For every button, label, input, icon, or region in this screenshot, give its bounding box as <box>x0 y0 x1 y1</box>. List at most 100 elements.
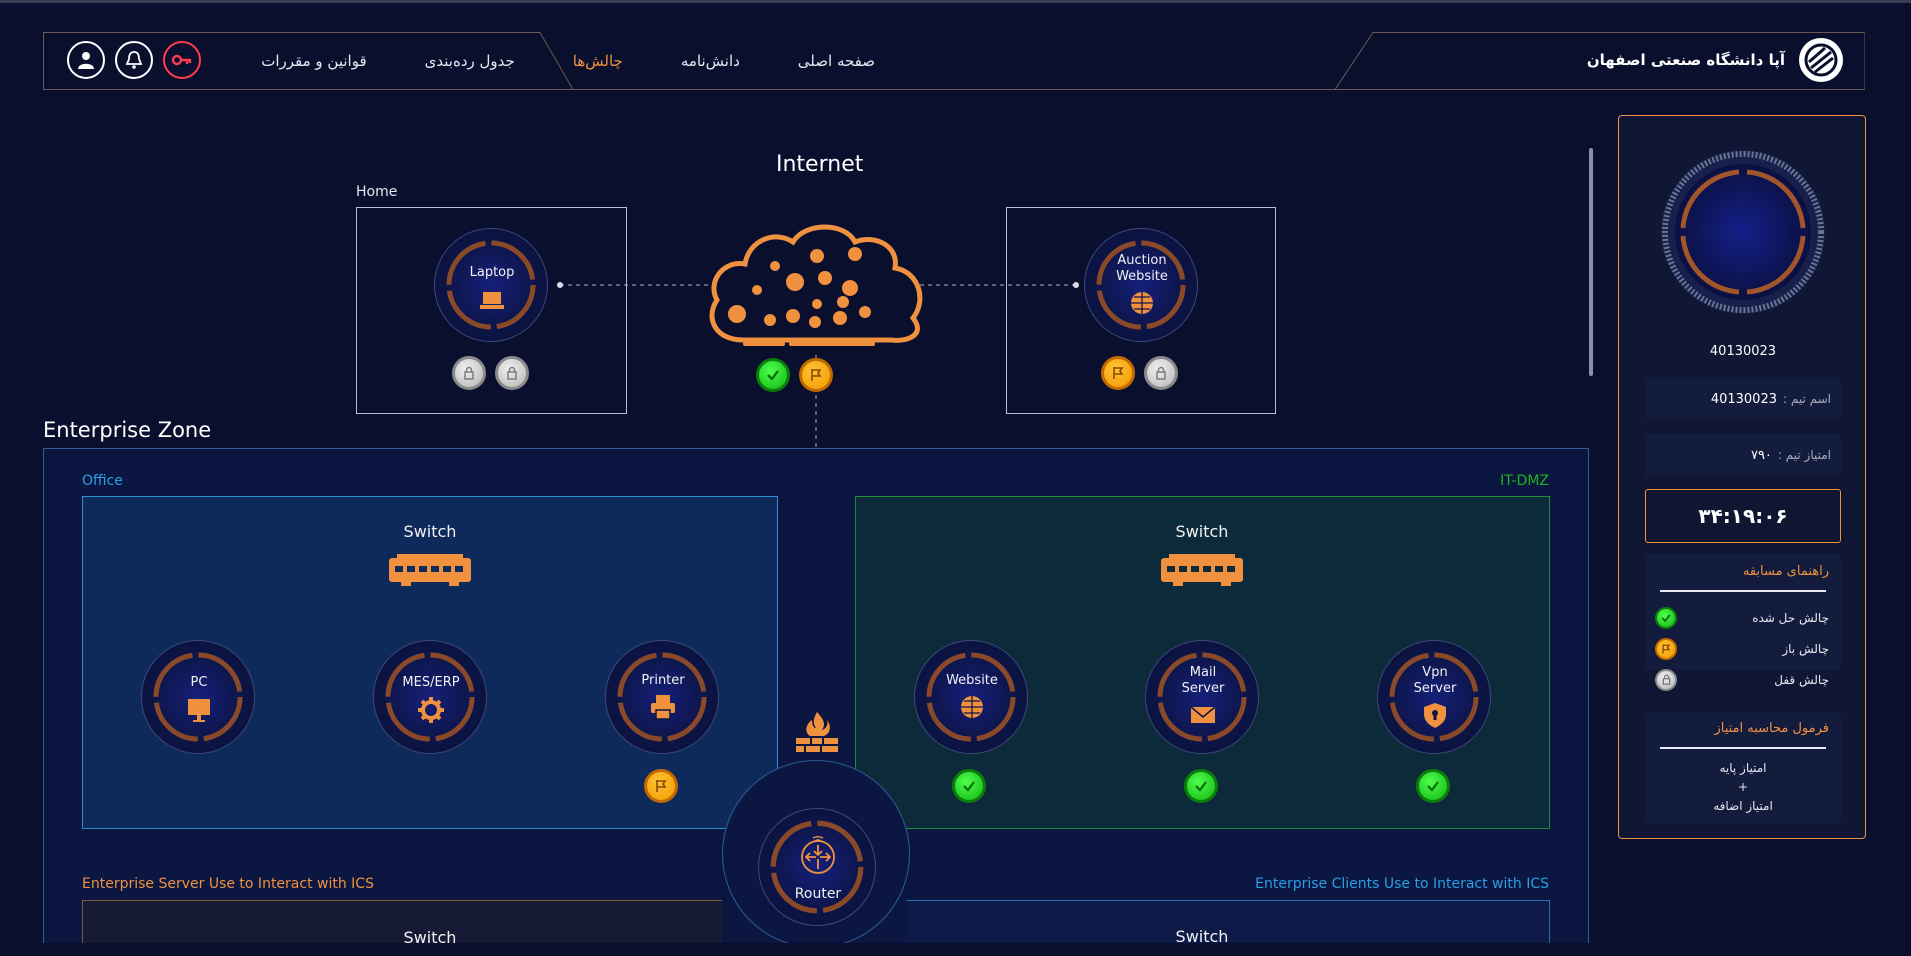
nav-scoreboard-link[interactable]: جدول رده‌بندی <box>425 52 515 70</box>
office-switch-icon[interactable] <box>387 552 473 588</box>
open-legend-icon <box>1655 637 1677 660</box>
formula-plus: + <box>1737 780 1749 794</box>
logout-key-button[interactable] <box>163 41 201 79</box>
globe-icon <box>1131 292 1153 314</box>
vpn-server-node[interactable]: Vpn Server <box>1377 640 1491 754</box>
auction-challenge-open[interactable] <box>1101 356 1135 390</box>
pc-label: PC <box>190 675 208 690</box>
printer-label: Printer <box>641 673 685 688</box>
node-ring <box>1157 652 1247 742</box>
shield-icon <box>1424 703 1446 728</box>
notifications-button[interactable] <box>115 41 153 79</box>
brand[interactable]: آپا دانشگاه صنعتی اصفهان <box>1587 38 1843 82</box>
firewall-icon[interactable] <box>794 710 840 754</box>
ics-clients-switch-label: Switch <box>1175 927 1229 943</box>
home-zone-label: Home <box>356 184 398 200</box>
gear-icon <box>418 697 444 723</box>
auction-label-2: Website <box>1116 269 1168 284</box>
guide-card: راهنمای مسابقه چالش حل شده چالش باز چالش… <box>1645 554 1841 691</box>
laptop-label: Laptop <box>469 265 515 280</box>
office-zone-label: Office <box>82 473 123 489</box>
profile-button[interactable] <box>67 41 105 79</box>
team-score-label: امتیاز تیم : <box>1777 448 1831 462</box>
key-icon <box>171 54 192 66</box>
top-navbar: صفحه اصلی دانش‌نامه چالش‌ها جدول رده‌بند… <box>43 32 1865 90</box>
formula-body: امتیاز پایه + امتیاز اضافه <box>1645 759 1841 816</box>
flag-icon <box>811 369 822 381</box>
formula-title: فرمول محاسبه امتیاز <box>1714 721 1829 736</box>
mes-erp-node[interactable]: MES/ERP <box>373 640 487 754</box>
mail-label-2: Server <box>1181 681 1225 696</box>
formula-bonus: امتیاز اضافه <box>1713 799 1773 813</box>
team-sidebar: 40130023 اسم تیم : 40130023 امتیاز تیم :… <box>1618 115 1866 839</box>
mail-server-node[interactable]: Mail Server <box>1145 640 1259 754</box>
printer-icon <box>651 695 675 720</box>
website-node[interactable]: Website <box>914 640 1028 754</box>
mail-challenge-solved[interactable] <box>1184 769 1218 803</box>
router-node[interactable]: Router <box>758 808 876 926</box>
nav-rules-link[interactable]: قوانین و مقررات <box>261 52 366 70</box>
nav-knowledge-link[interactable]: دانش‌نامه <box>681 52 740 70</box>
team-name-label: اسم تیم : <box>1783 392 1831 406</box>
team-name-value: 40130023 <box>1710 391 1777 407</box>
mail-label-1: Mail <box>1189 665 1217 680</box>
internet-challenge-open[interactable] <box>799 358 833 392</box>
nav-icon-group <box>67 41 201 79</box>
vpn-challenge-solved[interactable] <box>1416 769 1450 803</box>
auction-challenge-locked[interactable] <box>1144 356 1178 390</box>
formula-card: فرمول محاسبه امتیاز امتیاز پایه + امتیاز… <box>1645 713 1841 823</box>
laptop-challenge-locked-2[interactable] <box>495 356 529 390</box>
website-challenge-solved[interactable] <box>952 769 986 803</box>
user-icon <box>78 52 94 69</box>
printer-challenge-open[interactable] <box>644 769 678 803</box>
ics-server-zone-label: Enterprise Server Use to Interact with I… <box>82 876 374 892</box>
flag-icon <box>656 780 667 792</box>
solved-legend-icon <box>1655 606 1677 629</box>
check-icon <box>1195 781 1207 792</box>
logo-icon <box>1799 38 1843 82</box>
team-name-card: اسم تیم : 40130023 <box>1645 379 1841 419</box>
check-icon <box>1427 781 1439 792</box>
flag-icon <box>1113 367 1124 379</box>
node-ring <box>1389 652 1479 742</box>
globe-icon <box>961 696 983 718</box>
guide-item-locked: چالش قفل <box>1655 664 1829 695</box>
timer-value: ۳۴:۱۹:۰۶ <box>1698 504 1788 528</box>
vpn-label-2: Server <box>1413 681 1457 696</box>
auction-label-1: Auction <box>1117 253 1167 268</box>
team-score-value: ۷۹۰ <box>1750 447 1772 463</box>
network-map: Internet Home Laptop Auction Website Ent… <box>0 100 1600 943</box>
laptop-node[interactable]: Laptop <box>434 228 548 342</box>
internet-title: Internet <box>776 152 864 177</box>
nav-challenges-link[interactable]: چالش‌ها <box>573 52 623 70</box>
guide-open-label: چالش باز <box>1782 641 1829 656</box>
nav-home-link[interactable]: صفحه اصلی <box>798 52 875 70</box>
guide-item-solved: چالش حل شده <box>1655 602 1829 633</box>
auction-website-node[interactable]: Auction Website <box>1084 228 1198 342</box>
ics-server-switch-label: Switch <box>403 928 457 943</box>
map-scrollbar[interactable] <box>1589 148 1593 376</box>
check-icon <box>767 370 779 381</box>
check-icon <box>963 781 975 792</box>
locked-legend-icon <box>1655 668 1677 691</box>
formula-base: امتیاز پایه <box>1719 761 1767 775</box>
team-avatar <box>1661 150 1825 314</box>
printer-node[interactable]: Printer <box>605 640 719 754</box>
pc-node[interactable]: PC <box>141 640 255 754</box>
window-top-border <box>0 0 1911 3</box>
laptop-challenge-locked-1[interactable] <box>452 356 486 390</box>
dmz-switch-icon[interactable] <box>1159 552 1245 588</box>
team-score-card: امتیاز تیم : ۷۹۰ <box>1645 434 1841 476</box>
dmz-switch-label: Switch <box>1175 522 1229 541</box>
formula-divider <box>1660 747 1826 749</box>
node-ring <box>446 240 536 330</box>
guide-locked-label: چالش قفل <box>1774 672 1829 687</box>
website-label: Website <box>946 673 998 688</box>
ics-clients-zone-label: Enterprise Clients Use to Interact with … <box>1255 876 1549 892</box>
countdown-timer: ۳۴:۱۹:۰۶ <box>1645 489 1841 543</box>
internet-cloud-icon <box>709 224 923 346</box>
router-label: Router <box>794 886 842 902</box>
internet-challenge-solved[interactable] <box>756 358 790 392</box>
mes-erp-label: MES/ERP <box>402 675 460 690</box>
guide-list: چالش حل شده چالش باز چالش قفل <box>1645 602 1841 695</box>
